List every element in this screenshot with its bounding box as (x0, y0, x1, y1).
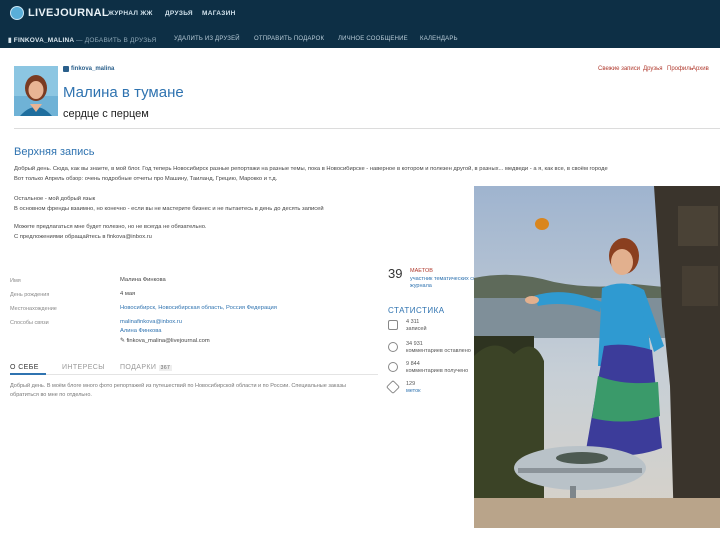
journal-owner[interactable]: ▮ FINKOVA_MALINA — ДОБАВИТЬ В ДРУЗЬЯ (8, 36, 156, 44)
label-contacts: Способы связи (10, 320, 49, 326)
link-profile[interactable]: Профиль (667, 66, 693, 72)
tabs-divider (10, 374, 378, 375)
journal-owner-name: FINKOVA_MALINA (13, 37, 75, 44)
top-nav-bar: LIVEJOURNAL ЖУРНАЛ ЖЖ ДРУЗЬЯ МАГАЗИН ▮ F… (0, 0, 720, 48)
stat-comments-left-value: 34 931 (406, 341, 423, 347)
stat-tags-label[interactable]: меток (406, 388, 421, 394)
post-line-3: Остальное - мой добрый язык (14, 196, 96, 202)
about-line-2: обратиться во мне по отдельно. (10, 392, 92, 398)
stat-comments-received-value: 9 844 (406, 361, 420, 367)
stat-entries-value: 4 311 (406, 319, 420, 325)
top-post-heading[interactable]: Верхняя запись (14, 146, 95, 158)
photo-illustration (474, 186, 720, 528)
nav-shop[interactable]: МАГАЗИН (202, 10, 236, 17)
post-line-1: Добрый день. Сюда, как вы знаете, в мой … (14, 166, 608, 172)
stat-comments-left-label: комментариев оставлено (406, 348, 471, 354)
tab-gifts[interactable]: ПОДАРКИ 367 (120, 364, 173, 371)
link-friends[interactable]: Друзья (643, 66, 662, 72)
stats-heading: СТАТИСТИКА (388, 306, 445, 315)
dash-separator: — (76, 37, 85, 44)
about-line-1: Добрый день. В моём блоге много фото реп… (10, 383, 346, 389)
livejournal-logo[interactable]: LIVEJOURNAL (10, 6, 109, 20)
add-friend-link[interactable]: ДОБАВИТЬ В ДРУЗЬЯ (85, 37, 157, 44)
stat-tags-value: 129 (406, 381, 416, 387)
stat-entries-label: записей (406, 326, 427, 332)
send-gift-button[interactable]: ОТПРАВИТЬ ПОДАРОК (254, 36, 324, 42)
label-name: Имя (10, 278, 21, 284)
post-line-5: Можете предлагаться мне будет полезно, н… (14, 224, 207, 230)
tab-about[interactable]: О СЕБЕ (10, 364, 39, 371)
nav-journal[interactable]: ЖУРНАЛ ЖЖ (108, 10, 153, 17)
nav-friends[interactable]: ДРУЗЬЯ (165, 10, 193, 17)
clock-icon (388, 342, 398, 352)
tab-interests[interactable]: ИНТЕРЕСЫ (62, 364, 105, 371)
active-tab-indicator (10, 373, 46, 375)
contact-social[interactable]: Алина Финкова (120, 328, 161, 334)
juggling-photo (474, 186, 720, 528)
profile-name: Малина Финкова (120, 277, 166, 283)
contact-lj-email[interactable]: ✎ finkova_malina@livejournal.com (120, 338, 210, 344)
journal-user-link[interactable]: finkova_malina (63, 66, 114, 72)
post-line-6: С предложениями обращайтесь в finkova@in… (14, 234, 152, 240)
user-icon (63, 66, 69, 72)
contact-email[interactable]: malinafinkova@inbox.ru (120, 319, 182, 325)
contact-lj-email-text: finkova_malina@livejournal.com (126, 338, 210, 344)
livejournal-logo-icon (10, 6, 24, 20)
post-line-2: Вот только Апрель обзор: очень подробные… (14, 176, 278, 182)
header-divider (14, 128, 720, 129)
tab-gifts-label: ПОДАРКИ (120, 364, 157, 371)
post-line-4: В основном френды взаимно, но конечно - … (14, 206, 324, 212)
stat-comments-received-label: комментариев получено (406, 368, 469, 374)
gifts-count-badge: 367 (158, 365, 173, 371)
link-recent-entries[interactable]: Свежие записи (598, 66, 640, 72)
calendar-button[interactable]: КАЛЕНДАРЬ (420, 36, 458, 42)
avatar[interactable] (14, 66, 58, 116)
profile-location[interactable]: Новосибирск, Новосибирская область, Росс… (120, 305, 277, 311)
profile-birthday: 4 мая (120, 291, 136, 297)
membership-unit[interactable]: МАЕТОВ (410, 268, 433, 274)
membership-count: 39 (388, 266, 403, 281)
private-message-button[interactable]: ЛИЧНОЕ СООБЩЕНИЕ (338, 36, 408, 42)
journal-user-name: finkova_malina (71, 66, 115, 72)
avatar-image (14, 66, 58, 116)
journal-title[interactable]: Малина в тумане (63, 84, 184, 101)
link-archive[interactable]: Архив (692, 66, 709, 72)
journal-subtitle: сердце с перцем (63, 108, 149, 120)
remove-friend-button[interactable]: УДАЛИТЬ ИЗ ДРУЗЕЙ (174, 36, 240, 42)
pencil-icon (388, 320, 398, 330)
logo-text: LIVEJOURNAL (28, 7, 109, 19)
chat-icon (388, 362, 398, 372)
label-birthday: День рождения (10, 292, 50, 298)
label-location: Местонахождение (10, 306, 57, 312)
